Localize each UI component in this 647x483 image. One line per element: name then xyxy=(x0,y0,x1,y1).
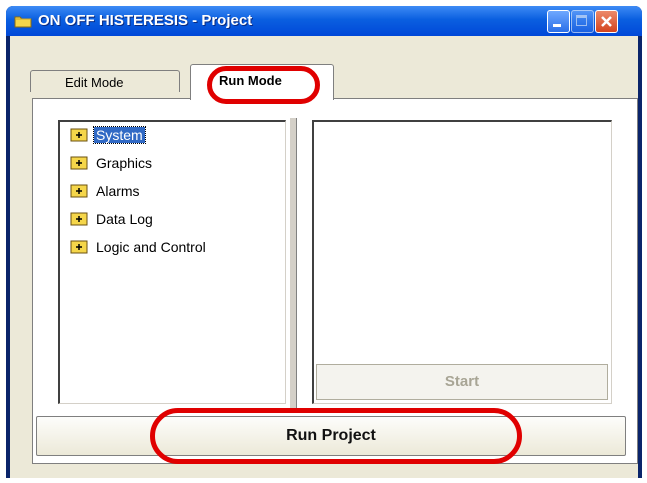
maximize-button[interactable] xyxy=(571,10,594,33)
tree-item-label: Data Log xyxy=(96,211,153,227)
tab-edit-mode[interactable]: Edit Mode xyxy=(30,70,180,92)
detail-pane xyxy=(312,120,612,404)
expand-folder-icon[interactable] xyxy=(70,184,88,198)
expand-folder-icon[interactable] xyxy=(70,128,88,142)
run-project-button[interactable]: Run Project xyxy=(36,416,626,456)
minimize-button[interactable] xyxy=(547,10,570,33)
folder-icon xyxy=(14,16,32,28)
expand-folder-icon[interactable] xyxy=(70,212,88,226)
tree-item-label: Logic and Control xyxy=(96,239,206,255)
tree-item-label: Graphics xyxy=(96,155,153,171)
window-title: ON OFF HISTERESIS - Project xyxy=(38,12,253,29)
tab-label: Run Mode xyxy=(219,73,282,88)
tree-item-label: Alarms xyxy=(96,183,140,199)
title-bar[interactable]: ON OFF HISTERESIS - Project xyxy=(6,6,642,36)
tab-label: Edit Mode xyxy=(65,75,124,90)
tab-run-mode[interactable]: Run Mode xyxy=(190,64,334,100)
expand-folder-icon[interactable] xyxy=(70,240,88,254)
start-button[interactable]: Start xyxy=(316,364,608,400)
close-icon xyxy=(601,16,612,27)
close-button[interactable] xyxy=(595,10,618,33)
pane-splitter[interactable] xyxy=(289,118,297,408)
project-tree[interactable]: System Graphics Alarms Data Log Logic an… xyxy=(58,120,286,404)
tree-item-label: System xyxy=(93,126,146,144)
expand-folder-icon[interactable] xyxy=(70,156,88,170)
